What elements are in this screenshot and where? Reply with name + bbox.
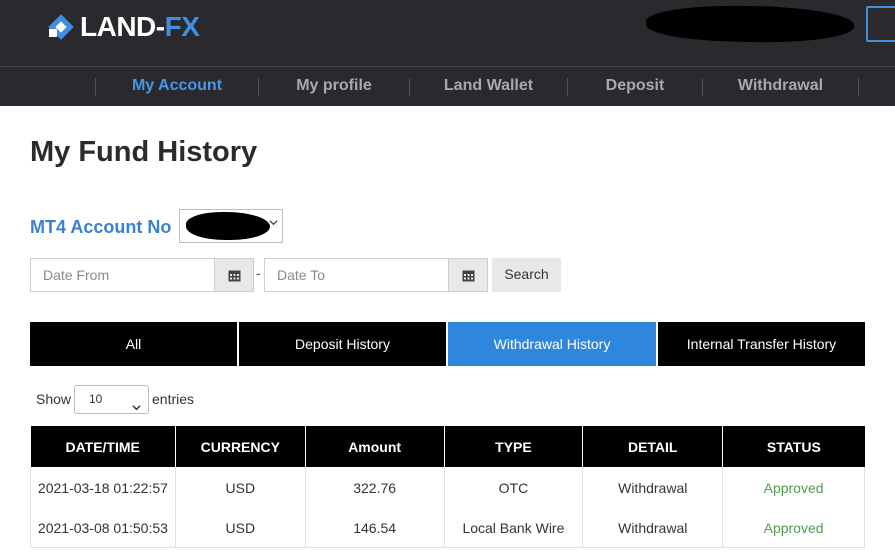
cell-datetime: 2021-03-18 01:22:57 — [30, 467, 176, 508]
tab-withdrawal-history[interactable]: Withdrawal History — [448, 322, 656, 366]
top-header: LAND-FX — [0, 0, 895, 66]
column-header-detail[interactable]: DETAIL — [582, 426, 724, 467]
cell-amount: 146.54 — [304, 508, 445, 548]
logo-text-land: LAND- — [80, 11, 165, 42]
column-header-status[interactable]: STATUS — [722, 426, 865, 467]
nav-separator — [858, 78, 859, 96]
cell-type: OTC — [443, 467, 584, 508]
cell-currency: USD — [174, 467, 306, 508]
cell-status: Approved — [722, 508, 865, 548]
tab-deposit-history[interactable]: Deposit History — [239, 322, 446, 366]
user-menu-button[interactable] — [866, 6, 895, 42]
brand-logo[interactable]: LAND-FX — [46, 10, 200, 44]
fund-history-table: DATE/TIME CURRENCY Amount TYPE DETAIL ST… — [30, 426, 865, 548]
nav-deposit[interactable]: Deposit — [568, 67, 702, 107]
account-label: MT4 Account No — [30, 217, 172, 237]
nav-withdrawal[interactable]: Withdrawal — [703, 67, 858, 107]
date-from-calendar-button[interactable] — [214, 258, 254, 292]
account-select[interactable] — [179, 209, 283, 243]
table-header-row: DATE/TIME CURRENCY Amount TYPE DETAIL ST… — [30, 426, 865, 467]
entries-value: 10 — [89, 392, 103, 406]
entries-label: entries — [152, 391, 195, 407]
main-nav: My Account My profile Land Wallet Deposi… — [0, 66, 895, 106]
logo-text: LAND-FX — [80, 11, 200, 43]
table-row: 2021-03-08 01:50:53 USD 146.54 Local Ban… — [30, 508, 865, 548]
date-to-calendar-button[interactable] — [448, 258, 488, 292]
date-from-input[interactable]: Date From — [30, 258, 216, 292]
cell-status: Approved — [722, 467, 865, 508]
column-header-type[interactable]: TYPE — [444, 426, 584, 467]
chevron-down-icon — [132, 395, 141, 411]
chevron-down-icon — [269, 218, 278, 230]
show-label: Show — [36, 391, 72, 407]
tab-internal-transfer-history[interactable]: Internal Transfer History — [658, 322, 865, 366]
nav-my-account[interactable]: My Account — [96, 67, 258, 107]
cell-detail: Withdrawal — [582, 467, 724, 508]
cell-type: Local Bank Wire — [443, 508, 584, 548]
logo-text-fx: FX — [164, 11, 200, 42]
entries-select[interactable]: 10 — [74, 385, 149, 414]
column-header-datetime[interactable]: DATE/TIME — [30, 426, 176, 467]
cell-currency: USD — [174, 508, 306, 548]
table-bottom-border — [30, 547, 865, 548]
tab-all[interactable]: All — [30, 322, 237, 366]
table-row: 2021-03-18 01:22:57 USD 322.76 OTC Withd… — [30, 467, 865, 508]
nav-land-wallet[interactable]: Land Wallet — [410, 67, 567, 107]
redacted-username — [645, 3, 855, 45]
calendar-icon — [228, 269, 241, 282]
redacted-account-number — [186, 212, 270, 240]
column-header-amount[interactable]: Amount — [305, 426, 445, 467]
search-button[interactable]: Search — [492, 258, 561, 292]
cell-detail: Withdrawal — [582, 508, 724, 548]
cell-amount: 322.76 — [304, 467, 445, 508]
date-to-input[interactable]: Date To — [264, 258, 450, 292]
logo-diamond-icon — [46, 12, 76, 42]
date-range-separator: - — [256, 265, 261, 281]
calendar-icon — [462, 269, 475, 282]
column-header-currency[interactable]: CURRENCY — [175, 426, 306, 467]
page-title: My Fund History — [30, 136, 258, 168]
nav-my-profile[interactable]: My profile — [259, 67, 409, 107]
cell-datetime: 2021-03-08 01:50:53 — [30, 508, 176, 548]
